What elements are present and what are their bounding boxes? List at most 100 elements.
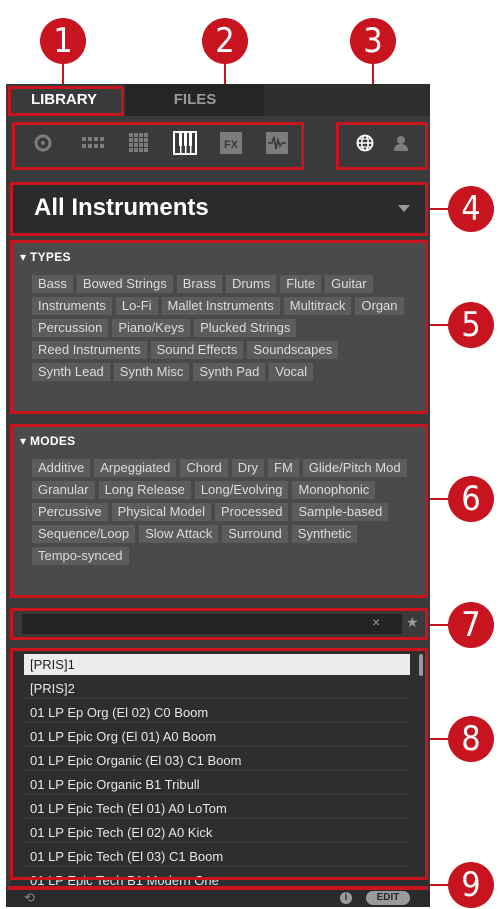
user-icon[interactable] [386,128,416,158]
types-tag-list: Bass Bowed Strings Brass Drums Flute Guitar In… [32,275,412,381]
info-icon[interactable]: i [340,892,352,904]
footer-bar: ⟲ i EDIT [6,890,430,907]
callout-2: 2 [202,18,248,64]
grid-small-icon[interactable] [78,128,108,158]
tab-files[interactable]: FILES [126,84,264,116]
modes-tag[interactable]: Long/Evolving [194,481,289,499]
types-tag[interactable]: Instruments [32,297,112,315]
types-tag[interactable]: Synth Pad [193,363,266,381]
callout-5-leader [430,324,448,326]
modes-tag[interactable]: Long Release [98,481,191,499]
collapse-arrow-icon: ▾ [20,250,30,264]
callout-9-leader [430,884,448,886]
callout-9: 9 [448,862,494,908]
modes-tag-list: Additive Arpeggiated Chord Dry FM Glide/Pitch… [32,459,412,565]
types-tag[interactable]: Soundscapes [247,341,339,359]
grid-large-icon[interactable] [124,128,154,158]
clear-icon[interactable]: × [372,614,380,630]
result-list: [PRIS]1 [PRIS]2 01 LP Ep Org (El 02) C0 Bo… [10,648,428,888]
callout-6: 6 [448,476,494,522]
modes-tag[interactable]: Slow Attack [139,525,219,543]
modes-tag[interactable]: Sample-based [292,503,389,521]
types-tag[interactable]: Guitar [325,275,373,293]
search-bar: × ★ [10,608,428,640]
result-row[interactable]: [PRIS]1 [24,654,410,675]
types-tag[interactable]: Multitrack [283,297,352,315]
fx-icon[interactable]: FX [216,128,246,158]
modes-tag[interactable]: Granular [32,481,95,499]
types-tag[interactable]: Reed Instruments [32,341,147,359]
callout-4-leader [430,208,448,210]
result-row[interactable]: 01 LP Epic Org (El 01) A0 Boom [24,726,410,747]
globe-icon[interactable] [350,128,380,158]
callout-3: 3 [350,18,396,64]
result-row[interactable]: 01 LP Epic Tech (El 03) C1 Boom [24,846,410,867]
result-row[interactable]: 01 LP Epic Tech B1 Modern One [24,870,410,888]
callout-8: 8 [448,716,494,762]
types-section: ▾ TYPES Bass Bowed Strings Brass Drums Flute… [10,240,428,414]
types-tag[interactable]: Flute [280,275,322,293]
types-title[interactable]: ▾ TYPES [20,250,71,264]
modes-tag[interactable]: Tempo-synced [32,547,129,565]
types-tag[interactable]: Vocal [269,363,314,381]
result-row[interactable]: [PRIS]2 [24,678,410,699]
ring-icon[interactable] [28,128,58,158]
instrument-dropdown[interactable]: All Instruments [10,182,428,236]
callout-4: 4 [448,186,494,232]
types-tag[interactable]: Synth Lead [32,363,110,381]
modes-tag[interactable]: Surround [222,525,288,543]
wave-icon[interactable] [262,128,292,158]
star-icon[interactable]: ★ [406,614,419,631]
modes-tag[interactable]: Synthetic [291,525,358,543]
modes-tag[interactable]: Processed [215,503,289,521]
tab-bar: LIBRARY FILES [6,84,430,116]
types-tag[interactable]: Sound Effects [150,341,244,359]
callout-1-leader [62,64,64,86]
types-tag[interactable]: Drums [225,275,277,293]
dropdown-label: All Instruments [34,194,209,221]
modes-tag[interactable]: Physical Model [111,503,212,521]
callout-7-leader [430,624,448,626]
types-tag[interactable]: Bass [32,275,73,293]
modes-tag[interactable]: Arpeggiated [94,459,177,477]
tab-library[interactable]: LIBRARY [6,84,122,116]
types-tag[interactable]: Piano/Keys [112,319,191,337]
modes-tag[interactable]: Monophonic [292,481,376,499]
modes-tag[interactable]: Glide/Pitch Mod [302,459,407,477]
result-row[interactable]: 01 LP Ep Org (El 02) C0 Boom [24,702,410,723]
modes-tag[interactable]: Additive [32,459,91,477]
types-tag[interactable]: Plucked Strings [194,319,297,337]
callout-6-leader [430,498,448,500]
result-row[interactable]: 01 LP Epic Organic (El 03) C1 Boom [24,750,410,771]
content-type-bar: FX [6,116,430,176]
callout-7: 7 [448,602,494,648]
chevron-down-icon [398,205,410,212]
callout-1: 1 [40,18,86,64]
edit-button[interactable]: EDIT [366,891,410,905]
types-tag[interactable]: Synth Misc [113,363,190,381]
types-tag[interactable]: Mallet Instruments [161,297,280,315]
types-tag[interactable]: Lo-Fi [115,297,158,315]
result-row[interactable]: 01 LP Epic Tech (El 01) A0 LoTom [24,798,410,819]
svg-text:FX: FX [224,139,239,151]
types-tag[interactable]: Percussion [32,319,109,337]
piano-icon[interactable] [170,128,200,158]
callout-5: 5 [448,302,494,348]
scrollbar[interactable] [419,654,423,676]
result-row[interactable]: 01 LP Epic Organic B1 Tribull [24,774,410,795]
modes-tag[interactable]: FM [268,459,299,477]
modes-section: ▾ MODES Additive Arpeggiated Chord Dry FM Gli… [10,424,428,598]
search-input[interactable] [22,614,402,634]
modes-title[interactable]: ▾ MODES [20,434,75,448]
types-tag[interactable]: Organ [355,297,404,315]
refresh-icon[interactable]: ⟲ [24,890,35,906]
modes-tag[interactable]: Percussive [32,503,108,521]
modes-tag[interactable]: Sequence/Loop [32,525,136,543]
result-row[interactable]: 01 LP Epic Tech (El 02) A0 Kick [24,822,410,843]
collapse-arrow-icon: ▾ [20,434,30,448]
modes-tag[interactable]: Chord [180,459,228,477]
types-tag[interactable]: Bowed Strings [76,275,173,293]
callout-8-leader [430,738,448,740]
modes-tag[interactable]: Dry [231,459,265,477]
types-tag[interactable]: Brass [176,275,222,293]
